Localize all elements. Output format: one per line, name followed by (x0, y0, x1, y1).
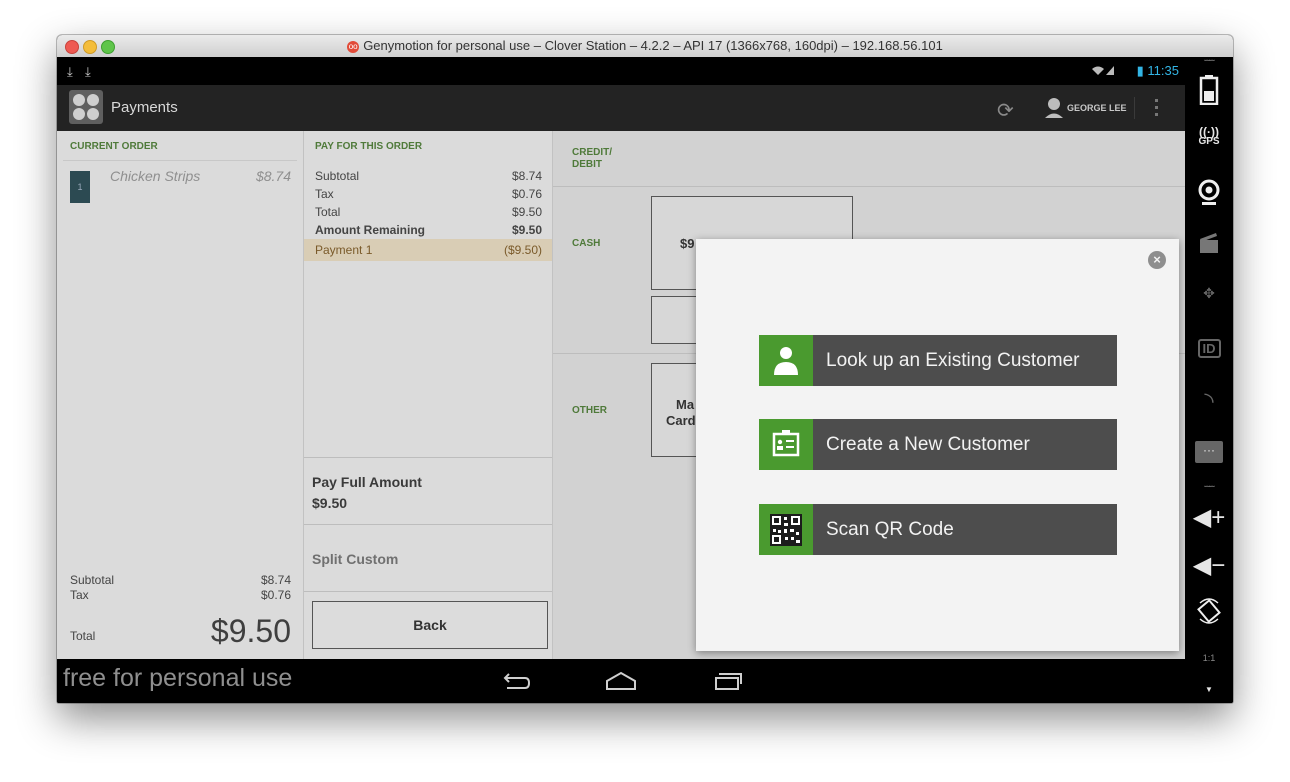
grip-icon: ˇˇˇˇˇˇ (1204, 485, 1215, 494)
scroll-down-icon[interactable]: ▼ (1185, 685, 1233, 694)
pixel-ratio-icon[interactable]: 1:1 (1185, 653, 1233, 663)
subtotal-value: $8.74 (260, 573, 291, 587)
status-bar: ⤓ ⤓ ▮ 11:35 (57, 57, 1185, 85)
gps-icon[interactable]: ((·)) GPS (1185, 126, 1233, 147)
genymotion-sidebar: ˇˇˇˇˇˇ ((·)) GPS ✥ ID ◝ ··· ˇˇˇˇˇˇ ◀+ ◀− (1185, 57, 1233, 703)
item-qty: 1 (70, 171, 90, 203)
navigation-bar: free for personal use (57, 659, 1185, 703)
genymotion-icon: oo (347, 40, 360, 53)
scan-qr-button[interactable]: Scan QR Code (759, 504, 1117, 555)
user-name[interactable]: GEORGE LEE (1067, 103, 1127, 113)
android-screen: ⤓ ⤓ ▮ 11:35 Payments ⟳ GEORGE LEE CURREN… (57, 57, 1185, 703)
close-icon[interactable]: × (1148, 251, 1166, 269)
payment-value: ($9.50) (503, 243, 542, 257)
pay-full-amount-button[interactable]: Pay Full Amount $9.50 (304, 458, 552, 524)
subtotal-value: $8.74 (511, 169, 542, 183)
app-logo-icon[interactable] (69, 90, 103, 124)
device-id-icon[interactable]: ID (1185, 339, 1233, 358)
sms-icon[interactable]: ··· (1185, 441, 1233, 463)
window-title: Genymotion for personal use – Clover Sta… (363, 38, 943, 53)
volume-up-icon[interactable]: ◀+ (1185, 503, 1233, 532)
total-label: Total (70, 629, 96, 643)
back-icon[interactable] (495, 667, 535, 695)
pay-full-label: Pay Full Amount (312, 474, 422, 490)
overflow-menu-icon[interactable] (1155, 99, 1159, 120)
window-titlebar: oo Genymotion for personal use – Clover S… (57, 35, 1233, 58)
payment-label: Payment 1 (315, 243, 373, 257)
scan-qr-label: Scan QR Code (826, 519, 954, 540)
tax-label: Tax (315, 187, 334, 201)
home-icon[interactable] (601, 667, 641, 695)
rotate-icon[interactable] (1197, 597, 1221, 625)
dpad-icon[interactable]: ✥ (1185, 285, 1233, 302)
back-button[interactable]: Back (312, 601, 548, 649)
lookup-customer-label: Look up an Existing Customer (826, 350, 1080, 371)
download-icon: ⤓ (67, 64, 73, 79)
battery-icon[interactable] (1199, 75, 1219, 105)
subtotal-label: Subtotal (70, 573, 115, 587)
item-price: $8.74 (255, 168, 291, 184)
pay-full-amount: $9.50 (312, 495, 348, 511)
clapperboard-icon[interactable] (1198, 231, 1220, 255)
amount-remaining-label: Amount Remaining (315, 223, 425, 237)
tax-value: $0.76 (511, 187, 542, 201)
tax-value: $0.76 (260, 588, 291, 602)
status-time: 11:35 (1147, 63, 1179, 78)
payments-content: CURRENT ORDER 1 Chicken Strips $8.74 Sub… (57, 131, 1185, 659)
grip-icon: ˇˇˇˇˇˇ (1204, 59, 1215, 68)
tax-label: Tax (70, 588, 89, 602)
payment-row[interactable]: Payment 1 ($9.50) (304, 239, 552, 261)
signal-icon (1092, 66, 1114, 75)
recent-apps-icon[interactable] (707, 667, 747, 695)
item-name: Chicken Strips (110, 168, 201, 184)
id-card-icon (759, 419, 813, 470)
webcam-icon[interactable] (1198, 179, 1220, 207)
lookup-customer-button[interactable]: Look up an Existing Customer (759, 335, 1117, 386)
subtotal-label: Subtotal (315, 169, 360, 183)
divider (1134, 97, 1135, 119)
qr-code-icon (759, 504, 813, 555)
customer-dialog: × Look up an Existing Customer Create a … (696, 239, 1179, 651)
battery-icon: ▮ (1136, 63, 1144, 78)
watermark-text: free for personal use (63, 664, 293, 692)
person-icon (759, 335, 813, 386)
amount-remaining-value: $9.50 (511, 223, 542, 237)
total-value: $9.50 (210, 613, 291, 649)
total-value: $9.50 (511, 205, 542, 219)
other-label: OTHER (572, 405, 607, 416)
create-customer-label: Create a New Customer (826, 434, 1030, 455)
download-icon: ⤓ (85, 64, 91, 79)
cash-label: CASH (572, 238, 601, 249)
page-title: Payments (111, 99, 178, 116)
current-order-header: CURRENT ORDER (70, 141, 158, 152)
user-icon[interactable] (1044, 97, 1064, 119)
split-custom-label: Split Custom (312, 551, 399, 567)
action-bar: Payments ⟳ GEORGE LEE (57, 85, 1185, 131)
credit-debit-label[interactable]: CREDIT/DEBIT (572, 147, 612, 171)
split-custom-button[interactable]: Split Custom (304, 525, 552, 591)
rss-icon[interactable]: ◝ (1185, 387, 1233, 416)
sync-icon[interactable]: ⟳ (997, 98, 1014, 123)
create-customer-button[interactable]: Create a New Customer (759, 419, 1117, 470)
pay-order-header: PAY FOR THIS ORDER (315, 141, 423, 152)
genymotion-window: oo Genymotion for personal use – Clover S… (57, 35, 1233, 703)
pay-order-panel: PAY FOR THIS ORDER Subtotal $8.74 Tax $0… (304, 131, 553, 659)
current-order-panel: CURRENT ORDER 1 Chicken Strips $8.74 Sub… (57, 131, 304, 659)
volume-down-icon[interactable]: ◀− (1185, 551, 1233, 580)
total-label: Total (315, 205, 341, 219)
